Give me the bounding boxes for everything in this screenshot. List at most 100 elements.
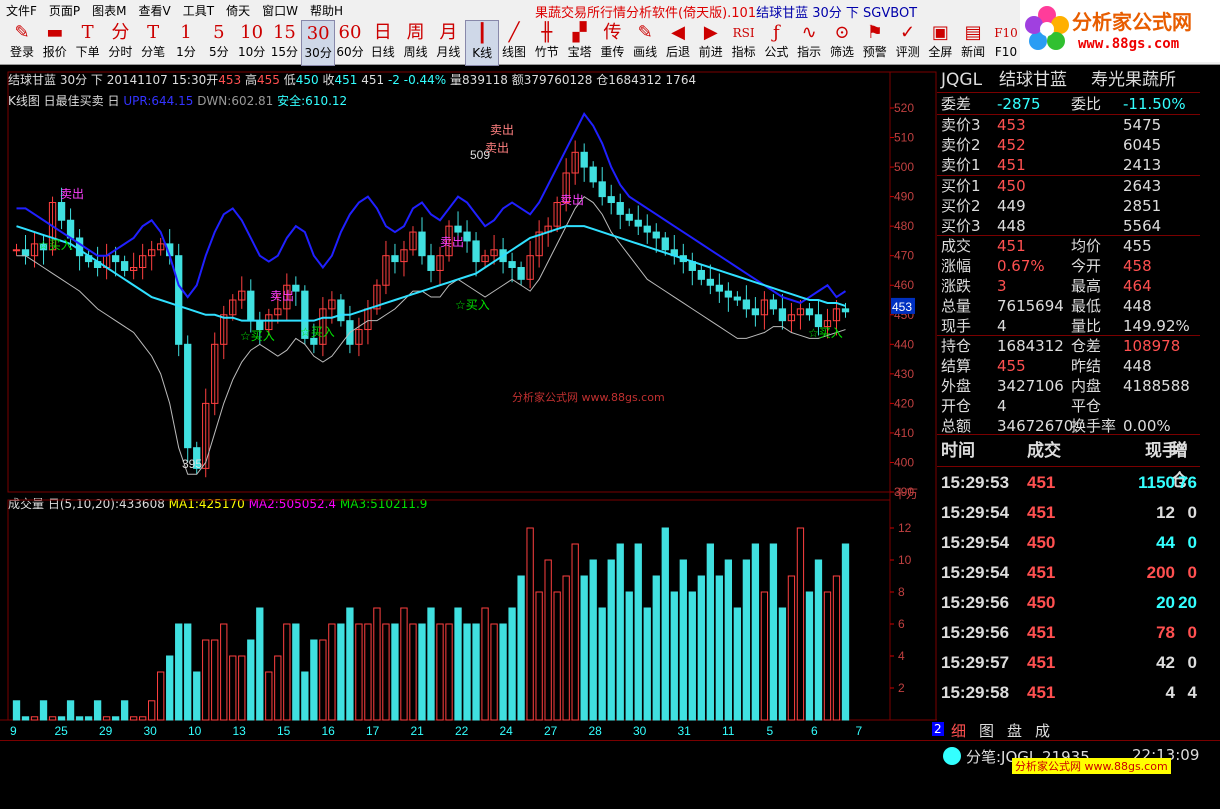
volume-bar (742, 559, 751, 721)
toolbar-button-26[interactable]: ⚑ 预警 (859, 20, 891, 64)
tick-time: 15:29:54 (941, 533, 1010, 552)
stat2-value: 0.00% (1123, 417, 1171, 435)
candle-body (697, 269, 705, 280)
toolbar-icon-0: ✎ (14, 22, 30, 43)
toolbar-button-29[interactable]: ▤ 新闻 (957, 20, 989, 64)
toolbar-icon-1: ▬ (46, 22, 64, 43)
volume-bar (75, 716, 84, 721)
toolbar-button-21[interactable]: ▶ 前进 (695, 20, 727, 64)
panel-tab-3[interactable]: 成 (1035, 720, 1050, 741)
toolbar-button-1[interactable]: ▬ 报价 (39, 20, 71, 64)
high-price-label: 509 (470, 148, 490, 162)
toolbar-button-16[interactable]: ╫ 竹节 (531, 20, 563, 64)
candle-body (778, 308, 787, 322)
toolbar-button-18[interactable]: 传重传 (596, 20, 628, 64)
toolbar-button-19[interactable]: ✎ 画线 (629, 20, 661, 64)
toolbar-button-5[interactable]: 1 1分 (170, 20, 202, 64)
toolbar-label-18: 重传 (600, 45, 625, 59)
stat-value: 464 (1123, 277, 1152, 295)
panel-tab-0[interactable]: 细 (951, 720, 966, 741)
toolbar-button-22[interactable]: RSI 指标 (728, 20, 760, 64)
ask-price: 452 (997, 136, 1026, 154)
panel-tab-2[interactable]: 盘 (1007, 720, 1022, 741)
toolbar-label-8: 15分 (270, 45, 299, 59)
volume-bar (805, 591, 814, 721)
toolbar-button-14[interactable]: ┃ K线 (465, 20, 500, 66)
volume-bar (247, 639, 255, 721)
candle-body (391, 255, 399, 263)
toolbar-button-2[interactable]: T 下单 (72, 20, 104, 64)
toolbar-button-23[interactable]: ƒ 公式 (760, 20, 792, 64)
menu-help[interactable]: 帮助H (304, 2, 349, 19)
stat-label: 最高 (1071, 277, 1102, 295)
toolbar-button-25[interactable]: ⊙ 筛选 (826, 20, 858, 64)
panel-header: JQGL 结球甘蓝 寿光果蔬所 (941, 70, 1199, 90)
toolbar-button-8[interactable]: 15 15分 (268, 20, 300, 64)
menu-file[interactable]: 文件F (0, 2, 43, 19)
toolbar-button-30[interactable]: F10 F10 (990, 20, 1022, 64)
volume-bar (508, 607, 516, 721)
volume-bar (427, 607, 435, 721)
x-axis-label: 11 (722, 724, 735, 738)
tick-vol: 12 (1156, 503, 1175, 522)
price-tick-label: 480 (894, 219, 914, 233)
toolbar-button-7[interactable]: 10 10分 (236, 20, 268, 64)
ask-row: 卖价1 451 2413 (941, 155, 1199, 175)
toolbar-button-4[interactable]: T 分笔 (137, 20, 169, 64)
toolbar-button-3[interactable]: 分分时 (104, 20, 136, 64)
menu-chart[interactable]: 图表M (86, 2, 132, 19)
volume-bar (12, 700, 21, 721)
volume-bar (472, 623, 480, 721)
volume-bar (211, 639, 219, 721)
toolbar-button-27[interactable]: ✓ 评测 (892, 20, 924, 64)
ask-label: 卖价1 (941, 156, 981, 174)
toolbar-button-15[interactable]: ╱ 线图 (498, 20, 530, 64)
toolbar-button-11[interactable]: 日日线 (367, 20, 399, 64)
tick-pos: 4 (1187, 683, 1197, 702)
stat2-value: 4 (997, 397, 1007, 415)
volume-bar (661, 527, 669, 721)
tick-row: 15:29:54 450 44 0 (941, 528, 1199, 558)
weibi-value: -11.50% (1123, 95, 1186, 113)
toolbar-button-24[interactable]: ∿ 指示 (793, 20, 825, 64)
logo-title: 分析家公式网 (1072, 10, 1192, 34)
menu-page[interactable]: 页面P (43, 2, 86, 19)
volume-tick-label: 12 (898, 521, 912, 535)
toolbar-button-0[interactable]: ✎ 登录 (6, 20, 38, 64)
status-watermark: 分析家公式网 www.88gs.com (1012, 758, 1171, 774)
x-axis-label: 9 (10, 724, 17, 738)
volume-bar (571, 543, 579, 721)
volume-tick-label: 10 (898, 553, 912, 567)
tick-time: 15:29:56 (941, 593, 1010, 612)
candle-body (427, 255, 435, 271)
menu-window[interactable]: 窗口W (256, 2, 304, 19)
volume-bar (184, 623, 192, 721)
kline-chart[interactable]: 5205105004904804704604504404304204104003… (0, 64, 937, 744)
toolbar-button-13[interactable]: 月月线 (432, 20, 464, 64)
toolbar-icon-15: ╱ (508, 22, 520, 43)
stat-value: 4 (997, 317, 1007, 335)
signal-annotation: ☆买入 (455, 298, 490, 312)
toolbar-button-10[interactable]: 60 60分 (334, 20, 366, 64)
toolbar-button-17[interactable]: ▞ 宝塔 (564, 20, 596, 64)
toolbar-button-6[interactable]: 5 5分 (203, 20, 235, 64)
tick-price: 451 (1027, 683, 1056, 702)
toolbar-button-20[interactable]: ◀ 后退 (662, 20, 694, 64)
menu-yitian[interactable]: 倚天 (220, 2, 256, 19)
tick-vol: 1150 (1138, 473, 1175, 492)
stat-label: 涨幅 (941, 257, 972, 275)
ticks-header-time: 时间 (941, 441, 975, 460)
menu-view[interactable]: 查看V (133, 2, 177, 19)
contract-code: JQGL (941, 70, 983, 90)
toolbar-button-12[interactable]: 周周线 (400, 20, 432, 64)
toolbar-button-28[interactable]: ▣ 全屏 (924, 20, 956, 64)
panel-tab-1[interactable]: 图 (979, 720, 994, 741)
current-price-label: 453 (892, 300, 912, 314)
stat2-label: 平仓 (1071, 397, 1102, 415)
panel-tabs: 2细图盘成 (932, 720, 1200, 741)
volume-tick-label: 4 (898, 649, 905, 663)
toolbar-button-9[interactable]: 30 30分 (301, 20, 336, 66)
weibi-row: 委差 -2875 委比 -11.50% (941, 94, 1199, 114)
page-number[interactable]: 2 (932, 722, 944, 736)
menu-tools[interactable]: 工具T (177, 2, 220, 19)
